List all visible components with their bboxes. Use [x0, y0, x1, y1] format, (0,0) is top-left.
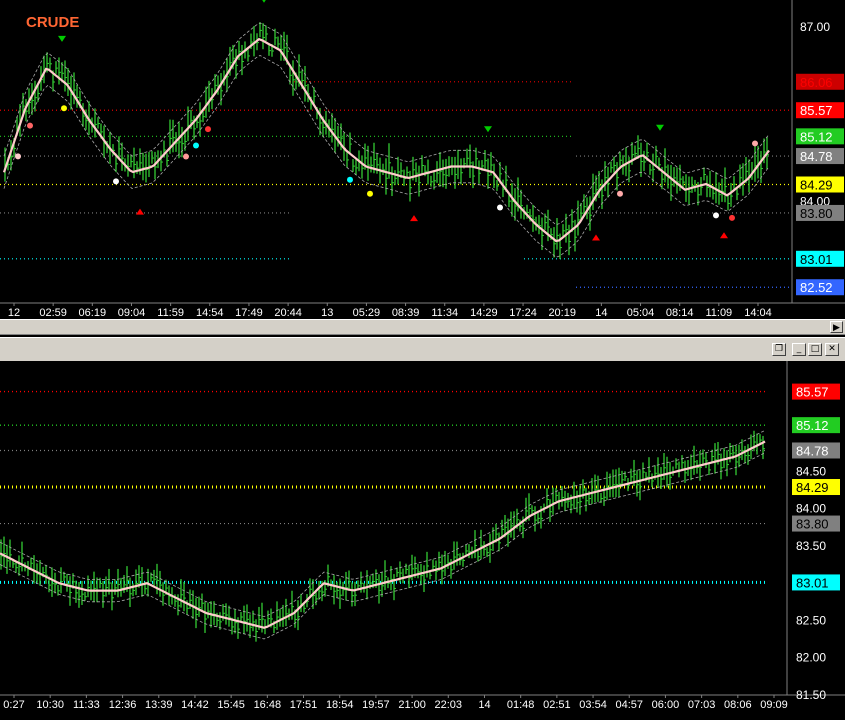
price-tag-label: 83.01 — [796, 575, 829, 590]
time-label: 06:00 — [652, 699, 680, 711]
top-chart-panel[interactable]: CRUDE 87.00 84.00 86.06 85.57 85.12 84.78 84.… — [0, 0, 845, 319]
close-button[interactable]: ✕ — [825, 343, 839, 356]
restore-icon: ❐ — [774, 344, 784, 354]
signal-dot — [617, 190, 623, 197]
time-label: 17:24 — [509, 307, 537, 319]
bottom-chart-panel[interactable]: 84.50 84.00 83.50 82.50 82.00 81.50 85.57 85.1… — [0, 361, 845, 715]
price-tag-label: 85.12 — [800, 129, 833, 144]
time-label: 12:36 — [109, 699, 137, 711]
signal-dot — [729, 214, 735, 221]
arrow-right-icon: ▶ — [833, 322, 840, 332]
time-label: 05:04 — [627, 307, 655, 319]
time-label: 09:09 — [760, 699, 788, 711]
close-icon: ✕ — [828, 344, 836, 354]
scroll-right-button[interactable]: ▶ — [830, 321, 843, 333]
time-label: 11:34 — [431, 307, 458, 319]
time-label: 14:42 — [181, 699, 209, 711]
time-label: 21:00 — [398, 699, 426, 711]
maximize-icon: □ — [810, 344, 820, 354]
price-scale-label: 87.00 — [800, 20, 830, 34]
price-tag-label: 85.57 — [800, 103, 833, 118]
signal-dot — [497, 204, 503, 211]
time-label: 0:27 — [3, 699, 24, 711]
time-label: 06:19 — [79, 307, 107, 319]
time-label: 08:06 — [724, 699, 752, 711]
price-tag-label: 85.57 — [796, 385, 829, 400]
time-label: 13:39 — [145, 699, 173, 711]
maximize-button[interactable]: □ — [808, 343, 822, 356]
signal-dot — [713, 212, 719, 219]
price-scale-label: 82.00 — [796, 651, 826, 665]
signal-dot — [752, 140, 758, 147]
chart-title: CRUDE — [26, 14, 79, 31]
price-tag-label: 84.29 — [796, 480, 829, 495]
signal-dot — [61, 105, 67, 112]
time-label: 07:03 — [688, 699, 716, 711]
time-label: 09:04 — [118, 307, 146, 319]
time-label: 14:54 — [196, 307, 224, 319]
time-label: 14:04 — [744, 307, 772, 319]
bottom-price-chart[interactable]: 84.50 84.00 83.50 82.50 82.00 81.50 85.57 85.1… — [0, 361, 845, 715]
price-scale-label: 84.00 — [796, 502, 826, 516]
price-scale-label: 84.50 — [796, 464, 826, 478]
signal-dot — [27, 122, 33, 129]
time-label: 17:51 — [290, 699, 318, 711]
horizontal-scrollbar[interactable]: ▶ — [0, 319, 845, 335]
signal-dot — [15, 153, 21, 160]
price-scale-label: 82.50 — [796, 613, 826, 627]
signal-dot — [183, 153, 189, 160]
time-label: 11:59 — [157, 307, 184, 319]
time-label: 14 — [595, 307, 607, 319]
restore-button[interactable]: ❐ — [772, 343, 786, 356]
time-label: 05:29 — [353, 307, 381, 319]
time-label: 02:59 — [39, 307, 67, 319]
time-label: 10:30 — [36, 699, 64, 711]
price-tag-label: 83.80 — [800, 206, 833, 221]
price-tag-label: 84.78 — [800, 149, 833, 164]
top-price-chart[interactable]: CRUDE 87.0084.00 86.0685.5785.1284.7884.… — [0, 0, 845, 319]
minimize-icon: _ — [796, 344, 802, 354]
signal-dot — [347, 176, 353, 183]
minimize-button[interactable]: _ — [792, 343, 806, 356]
time-label: 11:09 — [705, 307, 732, 319]
time-label: 22:03 — [435, 699, 463, 711]
price-tag-label: 82.52 — [800, 280, 833, 295]
time-label: 08:14 — [666, 307, 694, 319]
price-tag-label: 86.06 — [800, 75, 833, 90]
time-label: 20:19 — [548, 307, 576, 319]
time-label: 16:48 — [254, 699, 282, 711]
time-label: 14:29 — [470, 307, 498, 319]
signal-dot — [193, 142, 199, 149]
time-label: 12 — [8, 307, 20, 319]
price-tag-label: 83.01 — [800, 252, 833, 267]
bottom-window-titlebar[interactable]: ❐ _ □ ✕ — [0, 337, 845, 361]
time-label: 14 — [478, 699, 490, 711]
price-tag-label: 84.29 — [800, 178, 833, 193]
time-label: 08:39 — [392, 307, 420, 319]
time-label: 03:54 — [579, 699, 607, 711]
time-label: 19:57 — [362, 699, 390, 711]
signal-dot — [113, 178, 119, 185]
price-tag-label: 84.78 — [796, 443, 829, 458]
signal-dot — [367, 190, 373, 197]
time-label: 01:48 — [507, 699, 535, 711]
time-label: 15:45 — [217, 699, 245, 711]
time-label: 04:57 — [615, 699, 643, 711]
price-scale-label: 81.50 — [796, 688, 826, 702]
time-label: 13 — [321, 307, 333, 319]
time-label: 17:49 — [235, 307, 263, 319]
signal-dot — [205, 126, 211, 133]
price-tag-label: 83.80 — [796, 517, 829, 532]
time-label: 02:51 — [543, 699, 571, 711]
price-scale-label: 83.50 — [796, 539, 826, 553]
price-tag-label: 85.12 — [796, 418, 829, 433]
time-label: 18:54 — [326, 699, 354, 711]
time-label: 11:33 — [73, 699, 100, 711]
time-label: 20:44 — [274, 307, 302, 319]
